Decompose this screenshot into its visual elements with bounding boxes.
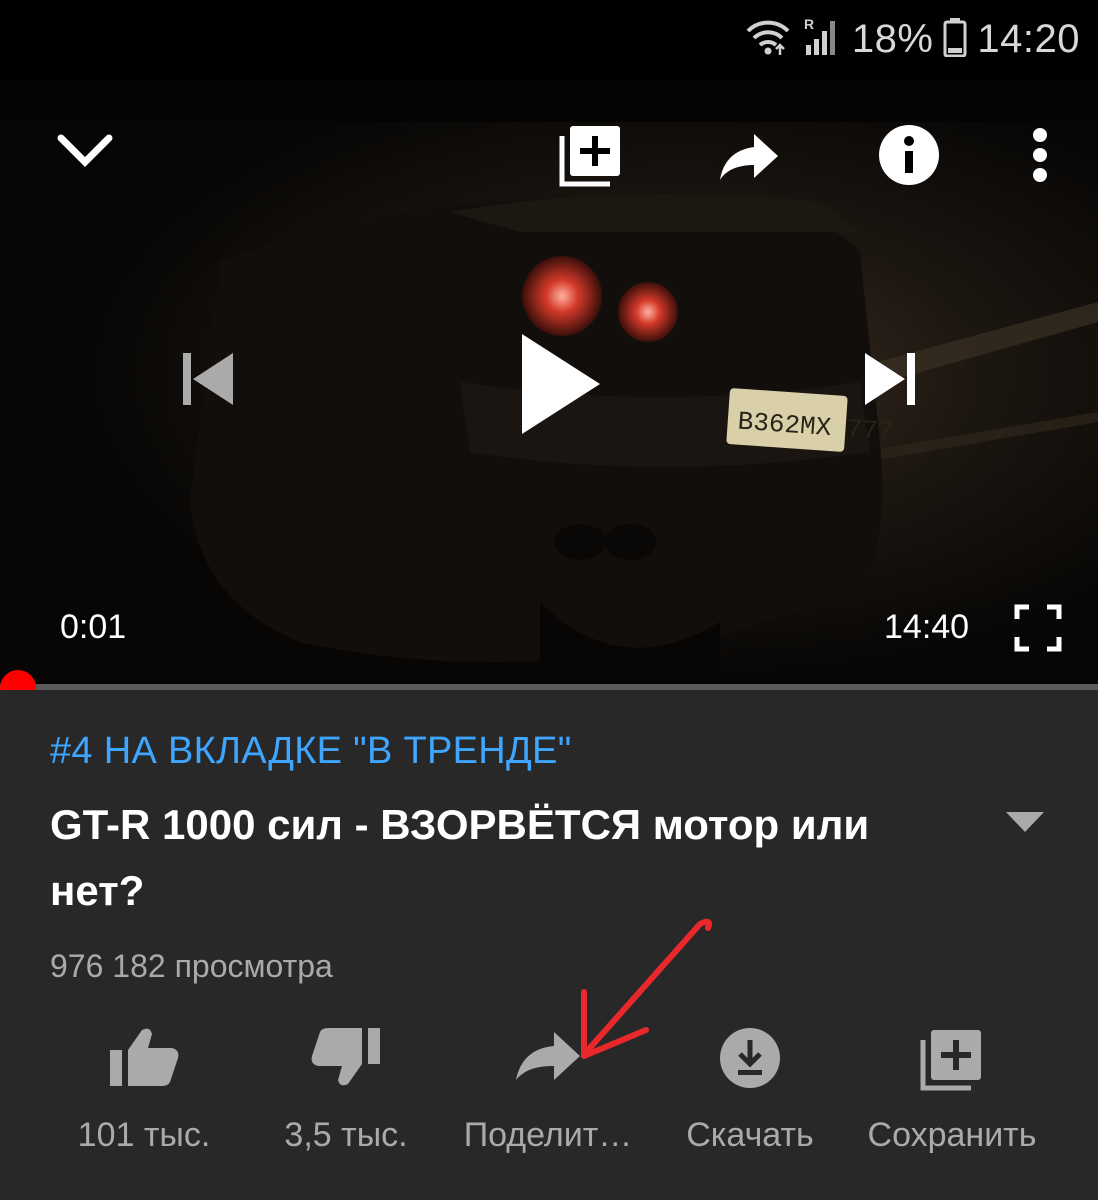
info-icon[interactable] bbox=[874, 120, 944, 190]
minimize-chevron-icon[interactable] bbox=[50, 120, 120, 180]
wifi-icon bbox=[744, 17, 792, 62]
battery-percent: 18% bbox=[851, 16, 934, 61]
previous-icon[interactable] bbox=[172, 344, 242, 414]
thumb-up-icon bbox=[44, 1026, 244, 1096]
download-button[interactable]: Скачать bbox=[650, 1020, 850, 1170]
like-count: 101 тыс. bbox=[77, 1116, 211, 1154]
roaming-signal-icon: R bbox=[802, 15, 842, 64]
share-icon bbox=[448, 1026, 648, 1096]
status-bar: R 18% 14:20 bbox=[0, 0, 1098, 80]
add-to-playlist-icon[interactable] bbox=[556, 120, 626, 190]
view-count: 976 182 просмотра bbox=[50, 948, 333, 984]
download-label: Скачать bbox=[686, 1116, 814, 1154]
clock: 14:20 bbox=[977, 16, 1080, 61]
save-button[interactable]: Сохранить bbox=[852, 1020, 1052, 1170]
action-bar: 101 тыс. 3,5 тыс. Поделит… Скачать Сохра… bbox=[0, 1020, 1098, 1170]
share-button[interactable]: Поделит… bbox=[448, 1020, 648, 1170]
video-player[interactable]: B362MX 777 0:01 14:40 bbox=[0, 80, 1098, 686]
expand-description-icon[interactable] bbox=[1004, 810, 1046, 839]
play-icon[interactable] bbox=[510, 324, 610, 444]
share-label: Поделит… bbox=[463, 1116, 633, 1154]
status-icons: R 18% 14:20 bbox=[744, 14, 1080, 64]
fullscreen-icon[interactable] bbox=[1010, 600, 1066, 656]
download-icon bbox=[650, 1026, 850, 1096]
trending-label[interactable]: #4 НА ВКЛАДКЕ "В ТРЕНДЕ" bbox=[50, 730, 571, 773]
save-playlist-icon bbox=[852, 1026, 1052, 1096]
dislike-count: 3,5 тыс. bbox=[284, 1116, 408, 1154]
battery-icon bbox=[943, 17, 967, 62]
next-icon[interactable] bbox=[856, 344, 926, 414]
svg-text:R: R bbox=[804, 16, 814, 32]
more-vert-icon[interactable] bbox=[1018, 120, 1062, 190]
share-icon[interactable] bbox=[714, 124, 784, 190]
duration: 14:40 bbox=[884, 608, 970, 646]
current-time: 0:01 bbox=[60, 608, 127, 646]
dislike-button[interactable]: 3,5 тыс. bbox=[246, 1020, 446, 1170]
thumb-down-icon bbox=[246, 1026, 446, 1096]
like-button[interactable]: 101 тыс. bbox=[44, 1020, 244, 1170]
video-info-panel: #4 НА ВКЛАДКЕ "В ТРЕНДЕ" GT-R 1000 сил -… bbox=[0, 690, 1098, 1200]
video-title[interactable]: GT-R 1000 сил - ВЗОРВЁТСЯ мотор или нет? bbox=[50, 792, 930, 924]
save-label: Сохранить bbox=[867, 1116, 1037, 1154]
